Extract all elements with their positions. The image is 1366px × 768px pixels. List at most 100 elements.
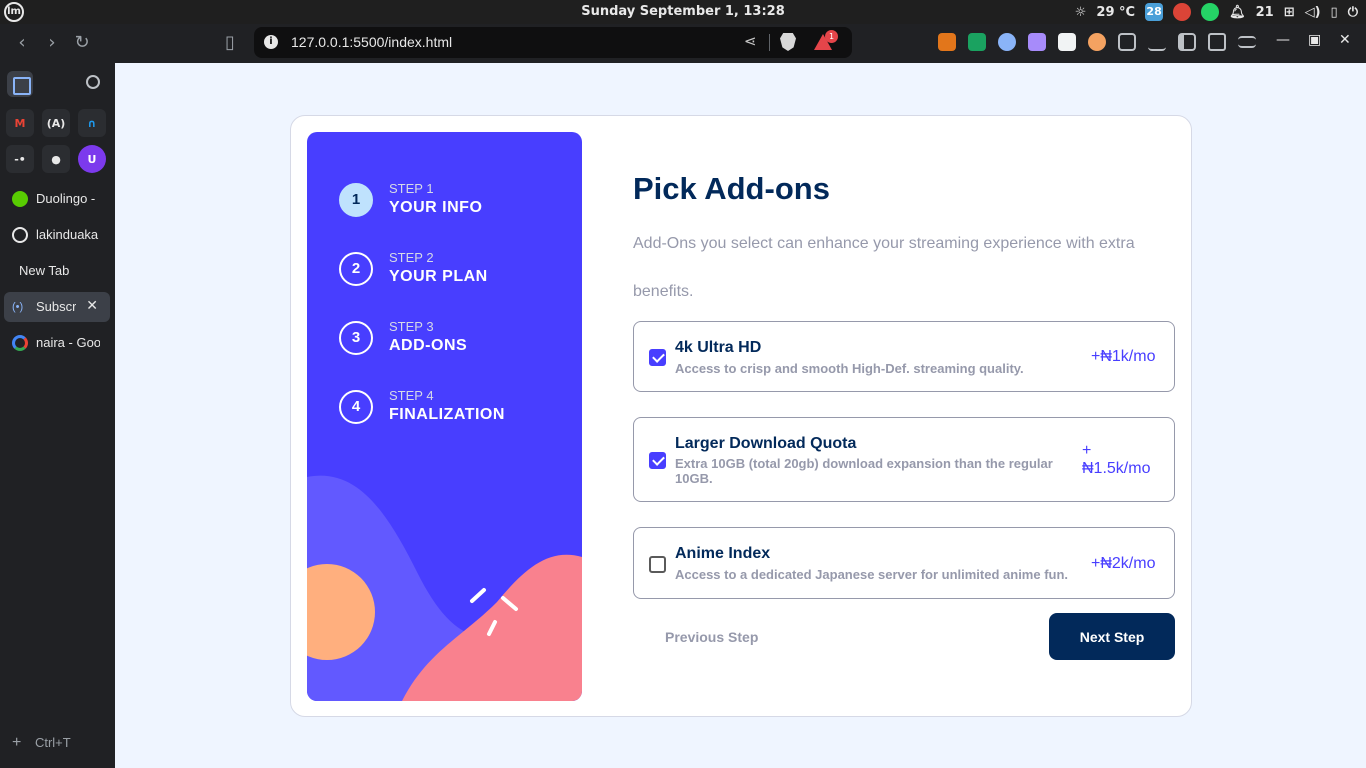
upwork-icon[interactable]: U xyxy=(78,145,106,173)
step-title: FINALIZATION xyxy=(389,406,505,423)
step-number: 1 xyxy=(339,183,373,217)
addon-price: +₦1k/mo xyxy=(1091,348,1156,365)
tab-label: lakinduaka xyxy=(36,227,99,242)
page-subtitle: Add-Ons you select can enhance your stre… xyxy=(633,235,1135,300)
whatsapp-tray-icon[interactable] xyxy=(1201,3,1220,21)
forward-icon[interactable]: › xyxy=(40,32,64,54)
google-icon xyxy=(12,335,28,351)
brave-shields-icon[interactable] xyxy=(780,33,796,51)
bookmark-icon[interactable]: ▯ xyxy=(218,32,242,54)
metamask-icon[interactable] xyxy=(938,33,956,51)
steps-sidebar: 1 STEP 1 YOUR INFO 2 STEP 2 YOUR PLAN 3 … xyxy=(307,132,582,701)
step-title: ADD-ONS xyxy=(389,337,468,354)
addon-option-ultra-hd[interactable]: 4k Ultra HD Access to crisp and smooth H… xyxy=(633,321,1175,392)
extensions-puzzle-icon[interactable] xyxy=(1118,33,1136,51)
step-label: STEP 1 xyxy=(389,181,434,196)
addon-name: Anime Index xyxy=(675,545,771,562)
step-label: STEP 3 xyxy=(389,319,434,334)
addon-price-line: + xyxy=(1082,442,1092,459)
step-number: 2 xyxy=(339,252,373,286)
tab-google[interactable]: naira - Goo xyxy=(4,328,110,358)
step-number: 3 xyxy=(339,321,373,355)
addon-price-line: ₦1.5k/mo xyxy=(1082,460,1151,477)
addon-option-anime-index[interactable]: Anime Index Access to a dedicated Japane… xyxy=(633,527,1175,599)
github-icon[interactable]: ● xyxy=(42,145,70,173)
step-label: STEP 4 xyxy=(389,388,434,403)
addon-name: Larger Download Quota xyxy=(675,435,857,452)
headset-icon[interactable]: ∩ xyxy=(78,109,106,137)
os-top-bar: lm Sunday September 1, 13:28 ☼ 29 °C 28 … xyxy=(0,0,1366,24)
notifications-icon[interactable]: 🔔︎ xyxy=(1229,5,1246,20)
extension-blue-icon[interactable] xyxy=(998,33,1016,51)
addon-checkbox[interactable] xyxy=(649,556,666,573)
back-icon[interactable]: ‹ xyxy=(10,32,34,54)
search-tabs-icon[interactable] xyxy=(86,75,100,89)
tab-label: New Tab xyxy=(19,263,70,278)
addons-section: Pick Add-ons Add-Ons you select can enha… xyxy=(633,116,1175,716)
site-info-icon[interactable]: i xyxy=(264,35,278,49)
addon-option-download-quota[interactable]: Larger Download Quota Extra 10GB (total … xyxy=(633,417,1175,502)
close-window-icon[interactable]: ✕ xyxy=(1339,32,1351,48)
rewards-badge: 1 xyxy=(825,30,838,43)
extension-doc-icon[interactable] xyxy=(1058,33,1076,51)
downloads-icon[interactable] xyxy=(1148,33,1166,51)
tab-label: Subscr xyxy=(36,299,76,314)
wallet-icon[interactable] xyxy=(1208,33,1226,51)
menu-icon[interactable] xyxy=(1238,36,1256,48)
battery-icon[interactable]: ▯ xyxy=(1331,5,1338,20)
extension-green-icon[interactable] xyxy=(968,33,986,51)
extension-orange-icon[interactable] xyxy=(1088,33,1106,51)
notification-count: 21 xyxy=(1255,4,1274,20)
step-label: STEP 2 xyxy=(389,250,434,265)
addon-checkbox[interactable] xyxy=(649,452,666,469)
weather-temp[interactable]: 29 °C xyxy=(1096,5,1135,20)
volume-icon[interactable]: ◁) xyxy=(1305,5,1321,20)
addon-name: 4k Ultra HD xyxy=(675,339,762,356)
share-icon[interactable]: ⋖ xyxy=(744,32,757,50)
minimize-icon[interactable]: — xyxy=(1276,32,1290,48)
tab-new-tab[interactable]: New Tab xyxy=(4,256,110,286)
new-tab-shortcut: Ctrl+T xyxy=(34,735,71,750)
github-icon xyxy=(12,227,28,243)
addon-price: + ₦1.5k/mo xyxy=(1082,442,1150,478)
browser-toolbar: ‹ › ↻ ▯ i 127.0.0.1:5500/index.html ⋖ 1 … xyxy=(0,24,1366,63)
tabs-panel-icon[interactable] xyxy=(7,71,33,97)
addon-checkbox[interactable] xyxy=(649,349,666,366)
tab-label: Duolingo - xyxy=(36,191,96,206)
chrome-tray-icon[interactable] xyxy=(1173,3,1192,21)
address-bar[interactable]: i 127.0.0.1:5500/index.html ⋖ 1 xyxy=(254,27,852,58)
reload-icon[interactable]: ↻ xyxy=(70,32,94,54)
gmail-icon[interactable]: M xyxy=(6,109,34,137)
broadcast-icon: (•) xyxy=(12,301,24,313)
maximize-icon[interactable]: ▣ xyxy=(1308,32,1321,48)
url-separator xyxy=(769,34,770,51)
step-title: YOUR INFO xyxy=(389,199,483,216)
linear-icon[interactable]: -• xyxy=(6,145,34,173)
weather-icon[interactable]: ☼ xyxy=(1075,5,1087,20)
plus-icon: + xyxy=(12,734,22,751)
step-number: 4 xyxy=(339,390,373,424)
page-title: Pick Add-ons xyxy=(633,171,830,206)
new-tab-button[interactable]: + Ctrl+T xyxy=(12,734,71,752)
url-text[interactable]: 127.0.0.1:5500/index.html xyxy=(291,34,452,50)
power-icon[interactable]: ⏻ xyxy=(1348,5,1358,20)
pinned-tabs: M (A) ∩ -• ● U xyxy=(6,109,106,173)
tab-github[interactable]: lakinduaka xyxy=(4,220,110,250)
close-tab-icon[interactable]: ✕ xyxy=(86,297,98,314)
step-title: YOUR PLAN xyxy=(389,268,488,285)
tab-label: naira - Goo xyxy=(36,335,100,350)
tab-duolingo[interactable]: Duolingo - xyxy=(4,184,110,214)
vertical-tabs-sidebar: M (A) ∩ -• ● U Duolingo - lakinduaka New… xyxy=(0,63,115,768)
extensions-row xyxy=(938,33,1256,51)
sidebar-toggle-icon[interactable] xyxy=(1178,33,1196,51)
previous-step-button[interactable]: Previous Step xyxy=(665,629,758,645)
angular-icon[interactable]: (A) xyxy=(42,109,70,137)
tab-subscribe[interactable]: (•) Subscr ✕ xyxy=(4,292,110,322)
extension-purple-icon[interactable] xyxy=(1028,33,1046,51)
addon-description: Access to a dedicated Japanese server fo… xyxy=(675,567,1069,582)
duolingo-icon xyxy=(12,191,28,207)
calendar-tray-icon[interactable]: 28 xyxy=(1145,3,1164,21)
addon-description: Access to crisp and smooth High-Def. str… xyxy=(675,361,1024,376)
next-step-button[interactable]: Next Step xyxy=(1049,613,1175,660)
network-icon[interactable]: ⊞ xyxy=(1284,5,1295,20)
